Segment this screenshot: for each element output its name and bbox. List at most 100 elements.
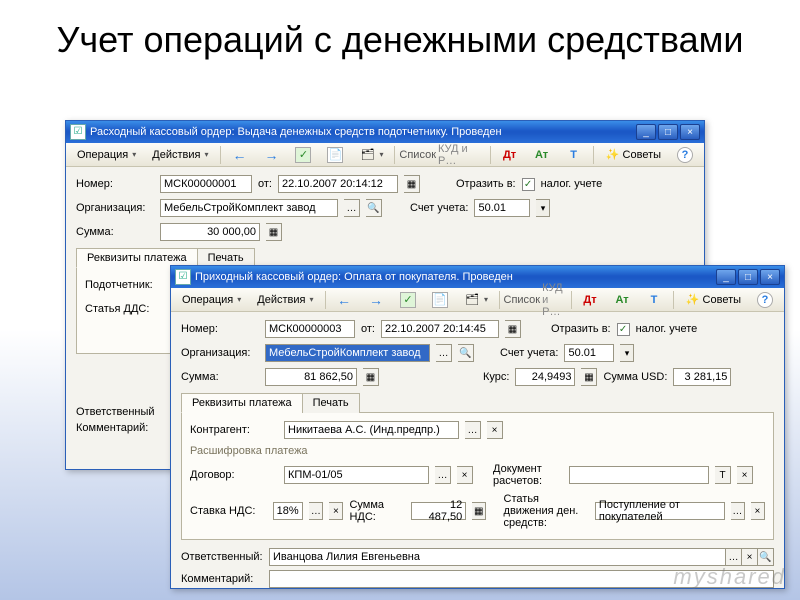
list-label: Список bbox=[399, 149, 436, 161]
structure-t-button[interactable]: Т bbox=[559, 144, 589, 166]
atkt-button[interactable]: Ат bbox=[527, 144, 557, 166]
list-label: Список bbox=[504, 294, 541, 306]
account-input[interactable]: 50.01 bbox=[474, 199, 530, 217]
sum-usd-input[interactable]: 3 281,15 bbox=[673, 368, 731, 386]
nds-input[interactable]: 18% bbox=[273, 502, 304, 520]
operation-menu[interactable]: Операция bbox=[70, 146, 143, 164]
nav-next-button[interactable]: → bbox=[361, 289, 391, 311]
dds-move-lookup-button[interactable]: … bbox=[731, 502, 745, 520]
close-button[interactable]: × bbox=[680, 124, 700, 140]
help-button[interactable]: ? bbox=[750, 289, 780, 311]
toolbar: Операция Действия ← → ✓ 📄 🗂 Список КУД и… bbox=[171, 288, 784, 312]
doc-clear-button[interactable]: × bbox=[737, 466, 753, 484]
dtkt-button[interactable]: Дт bbox=[575, 289, 605, 311]
struct-button[interactable]: 🗂 bbox=[352, 144, 390, 166]
struct-icon: 🗂 bbox=[464, 292, 480, 308]
window-income-order: ☑ Приходный кассовый ордер: Оплата от по… bbox=[170, 265, 785, 589]
dtkt-button[interactable]: Дт bbox=[495, 144, 525, 166]
org-lookup-button[interactable]: … bbox=[436, 344, 452, 362]
doc-t-button[interactable]: T bbox=[715, 466, 731, 484]
dds-move-input[interactable]: Поступление от покупателей bbox=[595, 502, 725, 520]
dtkt-icon: Дт bbox=[582, 292, 598, 308]
close-button[interactable]: × bbox=[760, 269, 780, 285]
sum-calc-button[interactable]: ▦ bbox=[363, 368, 379, 386]
operation-menu[interactable]: Операция bbox=[175, 291, 248, 309]
nav-next-button[interactable]: → bbox=[256, 144, 286, 166]
tax-checkbox[interactable]: ✓ bbox=[617, 323, 630, 336]
titlebar[interactable]: ☑ Расходный кассовый ордер: Выдача денеж… bbox=[66, 121, 704, 143]
sum-input[interactable]: 81 862,50 bbox=[265, 368, 357, 386]
tax-checkbox[interactable]: ✓ bbox=[522, 178, 535, 191]
minimize-button[interactable]: _ bbox=[716, 269, 736, 285]
org-lookup-button[interactable]: … bbox=[344, 199, 360, 217]
nds-sum-input[interactable]: 12 487,50 bbox=[411, 502, 466, 520]
doc-input[interactable] bbox=[569, 466, 709, 484]
kurs-calc-button[interactable]: ▦ bbox=[581, 368, 597, 386]
sum-calc-button[interactable]: ▦ bbox=[266, 223, 282, 241]
from-label: от: bbox=[258, 178, 272, 190]
post-icon: ✓ bbox=[400, 292, 416, 308]
atkt-button[interactable]: Ат bbox=[607, 289, 637, 311]
resp-clear-button[interactable]: × bbox=[742, 548, 758, 566]
struct-icon: 🗂 bbox=[359, 147, 375, 163]
actions-menu[interactable]: Действия bbox=[145, 146, 215, 164]
actions-menu[interactable]: Действия bbox=[250, 291, 320, 309]
dds-move-label: Статья движения ден. средств: bbox=[504, 493, 589, 529]
org-input[interactable]: МебельСтройКомплект завод bbox=[265, 344, 430, 362]
nav-prev-button[interactable]: ← bbox=[224, 144, 254, 166]
post-button[interactable]: ✓ bbox=[288, 144, 318, 166]
advice-button[interactable]: ✨Советы bbox=[598, 144, 668, 166]
contr-clear-button[interactable]: × bbox=[487, 421, 503, 439]
nds-lookup-button[interactable]: … bbox=[309, 502, 323, 520]
contr-input[interactable]: Никитаева А.С. (Инд.предпр.) bbox=[284, 421, 459, 439]
titlebar[interactable]: ☑ Приходный кассовый ордер: Оплата от по… bbox=[171, 266, 784, 288]
org-search-button[interactable]: 🔍 bbox=[458, 344, 474, 362]
nds-clear-button[interactable]: × bbox=[329, 502, 343, 520]
org-label: Организация: bbox=[76, 202, 154, 214]
date-input[interactable]: 22.10.2007 20:14:45 bbox=[381, 320, 499, 338]
resp-input[interactable]: Иванцова Лилия Евгеньевна bbox=[269, 548, 726, 566]
tab-requisites[interactable]: Реквизиты платежа bbox=[181, 393, 303, 413]
account-drop-button[interactable]: ▾ bbox=[536, 199, 550, 217]
post-button[interactable]: ✓ bbox=[393, 289, 423, 311]
resp-search-button[interactable]: 🔍 bbox=[758, 548, 774, 566]
post-icon: ✓ bbox=[295, 147, 311, 163]
help-icon: ? bbox=[757, 292, 773, 308]
date-picker-button[interactable]: ▦ bbox=[404, 175, 420, 193]
structure-t-button[interactable]: Т bbox=[639, 289, 669, 311]
arrow-right-icon: → bbox=[368, 292, 384, 308]
date-picker-button[interactable]: ▦ bbox=[505, 320, 521, 338]
account-input[interactable]: 50.01 bbox=[564, 344, 614, 362]
report-icon: 📄 bbox=[327, 147, 343, 163]
help-button[interactable]: ? bbox=[670, 144, 700, 166]
contr-lookup-button[interactable]: … bbox=[465, 421, 481, 439]
podot-label: Подотчетник: bbox=[85, 279, 173, 291]
nav-prev-button[interactable]: ← bbox=[329, 289, 359, 311]
dds-move-clear-button[interactable]: × bbox=[751, 502, 765, 520]
tab-print[interactable]: Печать bbox=[302, 393, 360, 413]
org-search-button[interactable]: 🔍 bbox=[366, 199, 382, 217]
dogovor-input[interactable]: КПМ-01/05 bbox=[284, 466, 429, 484]
minimize-button[interactable]: _ bbox=[636, 124, 656, 140]
struct-button[interactable]: 🗂 bbox=[457, 289, 495, 311]
kurs-input[interactable]: 24,9493 bbox=[515, 368, 575, 386]
maximize-button[interactable]: □ bbox=[658, 124, 678, 140]
report-button[interactable]: 📄 bbox=[425, 289, 455, 311]
number-input[interactable]: МСК00000001 bbox=[160, 175, 252, 193]
report-button[interactable]: 📄 bbox=[320, 144, 350, 166]
sum-input[interactable]: 30 000,00 bbox=[160, 223, 260, 241]
comment-input[interactable] bbox=[269, 570, 774, 588]
dogovor-clear-button[interactable]: × bbox=[457, 466, 473, 484]
account-drop-button[interactable]: ▾ bbox=[620, 344, 634, 362]
dogovor-lookup-button[interactable]: … bbox=[435, 466, 451, 484]
toolbar: Операция Действия ← → ✓ 📄 🗂 Список КУД и… bbox=[66, 143, 704, 167]
date-input[interactable]: 22.10.2007 20:14:12 bbox=[278, 175, 398, 193]
number-input[interactable]: МСК00000003 bbox=[265, 320, 355, 338]
comment-label: Комментарий: bbox=[181, 573, 269, 585]
maximize-button[interactable]: □ bbox=[738, 269, 758, 285]
nds-sum-calc-button[interactable]: ▦ bbox=[472, 502, 486, 520]
advice-button[interactable]: ✨Советы bbox=[678, 289, 748, 311]
org-input[interactable]: МебельСтройКомплект завод bbox=[160, 199, 338, 217]
resp-lookup-button[interactable]: … bbox=[726, 548, 742, 566]
list-value: КУД и Р… bbox=[542, 282, 566, 318]
